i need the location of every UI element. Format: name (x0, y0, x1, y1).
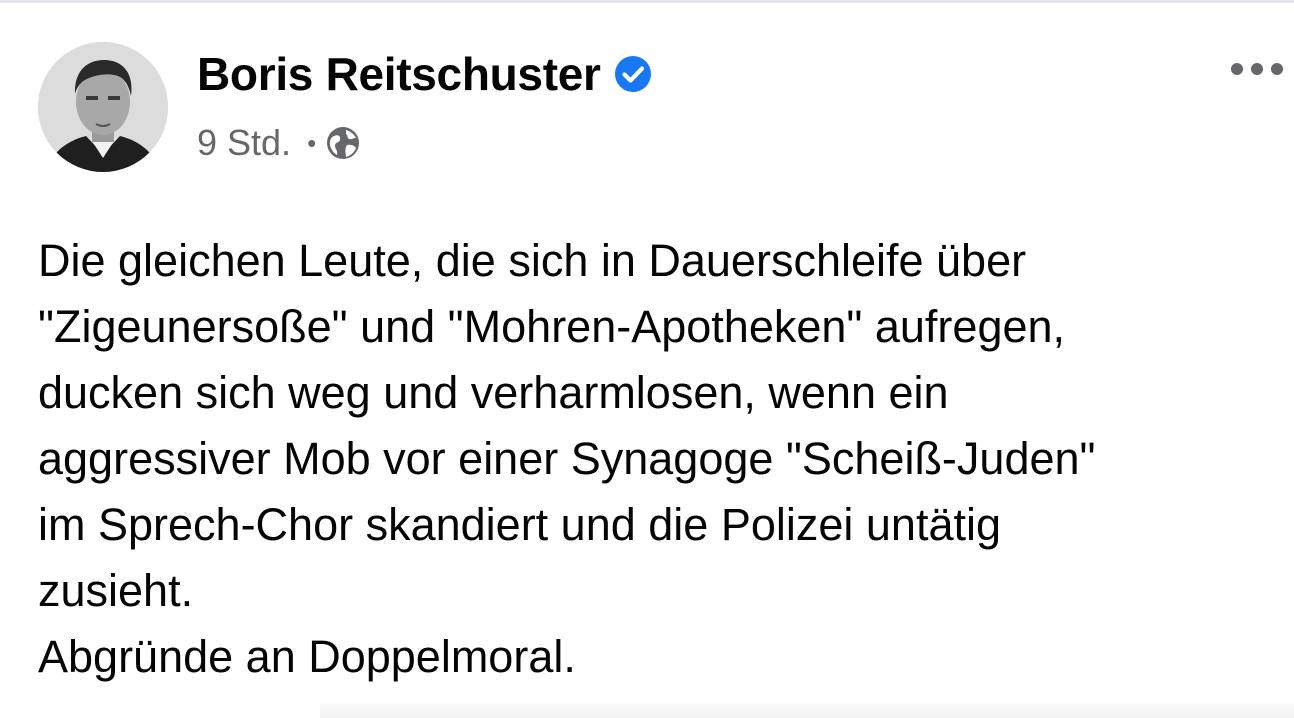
post-meta: 9 Std. • (197, 120, 361, 166)
globe-icon[interactable] (325, 125, 361, 161)
post-text-line: Die gleichen Leute, die sich in Dauersch… (38, 235, 1027, 286)
more-options-icon (1231, 63, 1283, 75)
post-text-line: "Zigeunersoße" und "Mohren-Apotheken" au… (38, 301, 1066, 352)
post-text-line: Abgründe an Doppelmoral. (38, 631, 576, 682)
more-options-button[interactable] (1226, 52, 1288, 86)
verified-badge-icon (613, 54, 653, 94)
bottom-shadow (320, 700, 1294, 718)
facebook-post: Boris Reitschuster 9 Std. • Die gleichen… (0, 0, 1294, 718)
post-text: Die gleichen Leute, die sich in Dauersch… (38, 228, 1278, 690)
author-avatar[interactable] (38, 42, 168, 172)
post-text-line: aggressiver Mob vor einer Synagoge "Sche… (38, 433, 1096, 484)
post-text-line: zusieht. (38, 565, 194, 616)
author-name[interactable]: Boris Reitschuster (197, 47, 601, 101)
avatar-photo (38, 42, 168, 172)
post-text-line: ducken sich weg und verharmlosen, wenn e… (38, 367, 949, 418)
post-timestamp[interactable]: 9 Std. (197, 122, 291, 164)
author-row: Boris Reitschuster (197, 46, 653, 102)
post-text-line: im Sprech-Chor skandiert und die Polizei… (38, 499, 1001, 550)
meta-separator: • (307, 127, 317, 158)
